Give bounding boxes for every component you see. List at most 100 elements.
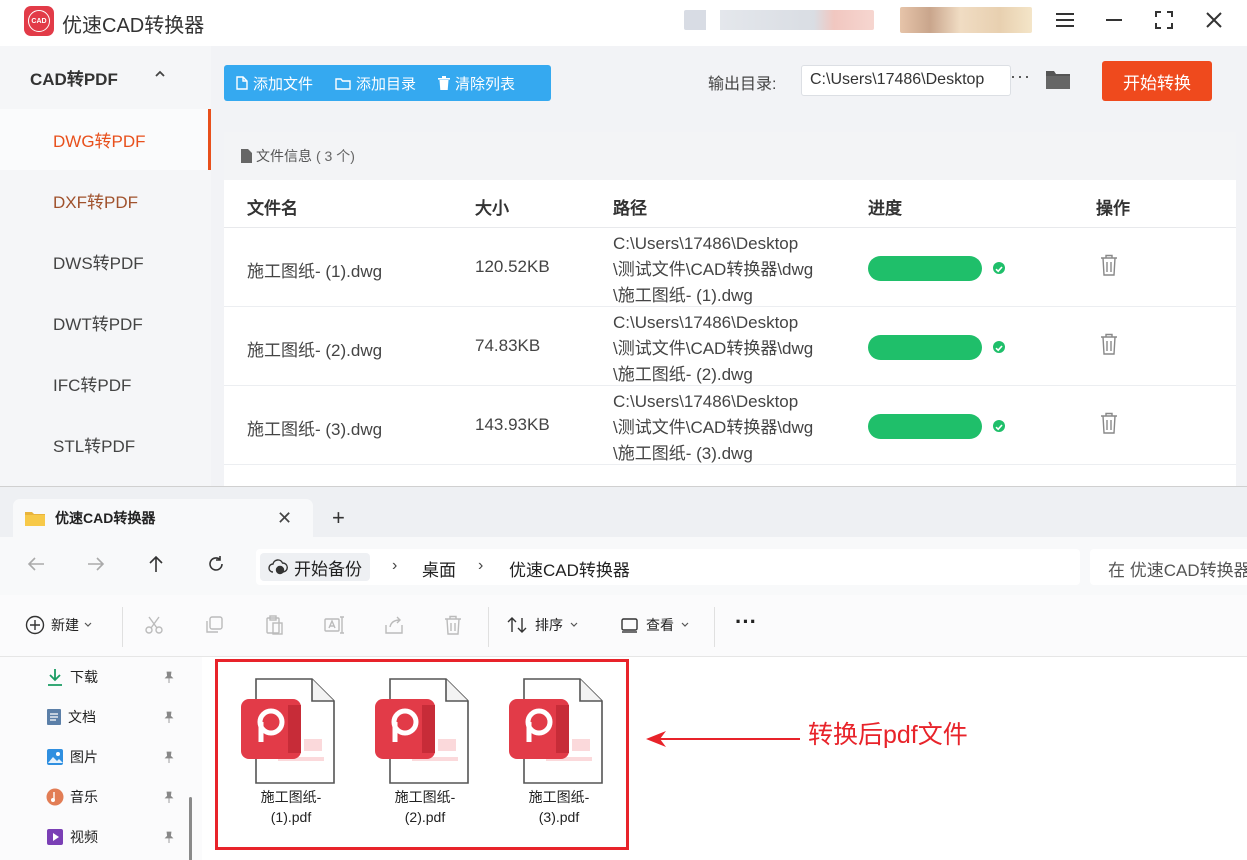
sidebar-item-ifc-to-pdf[interactable]: IFC转PDF	[0, 353, 211, 414]
file-size: 120.52KB	[475, 257, 550, 277]
file-name: 施工图纸- (1).dwg	[247, 257, 382, 282]
nav-item-downloads[interactable]: 下载	[46, 667, 98, 687]
view-button[interactable]: 查看	[620, 615, 695, 635]
nav-item-music[interactable]: 音乐	[46, 787, 98, 807]
nav-item-label: 下载	[70, 667, 98, 687]
app-title: 优速CAD转换器	[62, 9, 204, 38]
pin-icon[interactable]	[163, 751, 175, 763]
close-tab-icon[interactable]: ✕	[277, 508, 292, 529]
add-directory-button[interactable]: 添加目录	[335, 73, 416, 94]
sidebar-item-label: DWS转PDF	[53, 249, 144, 274]
file-content-area: 施工图纸- (1).pdf 施工图纸- (2).pdf	[202, 657, 1247, 860]
new-button[interactable]: 新建	[25, 615, 98, 635]
file-path-line: \测试文件\CAD转换器\dwg	[613, 415, 843, 441]
pdf-file-icon	[370, 677, 480, 785]
nav-item-documents[interactable]: 文档	[46, 707, 96, 727]
delete-button[interactable]	[1100, 254, 1118, 281]
back-button[interactable]	[27, 555, 45, 578]
pdf-file-item[interactable]: 施工图纸- (3).pdf	[504, 677, 614, 837]
file-path-line: C:\Users\17486\Desktop	[613, 231, 843, 257]
file-explorer-window: 优速CAD转换器 ✕ + 开始备份 › 桌面 › 优速CAD转换器 在 优速CA	[0, 486, 1247, 860]
new-tab-button[interactable]: +	[332, 505, 345, 531]
address-bar[interactable]: 开始备份 › 桌面 › 优速CAD转换器	[256, 549, 1080, 585]
file-label-line: (1).pdf	[236, 807, 346, 827]
nav-item-pictures[interactable]: 图片	[46, 747, 98, 767]
chevron-down-icon	[681, 622, 689, 628]
address-home-button[interactable]: 开始备份	[260, 553, 370, 581]
sidebar-item-dwg-to-pdf[interactable]: DWG转PDF	[0, 109, 211, 170]
delete-button[interactable]	[1100, 333, 1118, 360]
pdf-file-item[interactable]: 施工图纸- (2).pdf	[370, 677, 480, 837]
file-info-header: 文件信息 ( 3 个)	[224, 132, 1236, 180]
menu-button[interactable]	[1049, 6, 1081, 34]
col-path: 路径	[613, 194, 647, 219]
navigation-pane: 下载 文档 图片 音乐 视频	[0, 657, 202, 860]
more-options-button[interactable]: ···	[1010, 66, 1031, 87]
up-button[interactable]	[148, 555, 164, 579]
search-input[interactable]: 在 优速CAD转换器	[1090, 549, 1247, 585]
file-path-line: \施工图纸- (1).dwg	[613, 283, 843, 309]
sidebar-group-cad-to-pdf[interactable]: CAD转PDF	[0, 46, 211, 108]
pin-icon[interactable]	[163, 831, 175, 843]
arrow-up-icon	[148, 555, 164, 573]
file-label-line: 施工图纸-	[370, 787, 480, 807]
delete-button[interactable]	[1100, 412, 1118, 439]
browse-folder-button[interactable]	[1045, 68, 1071, 95]
chevron-up-icon	[154, 68, 166, 80]
breadcrumb-desktop[interactable]: 桌面	[422, 556, 456, 581]
maximize-button[interactable]	[1148, 6, 1180, 34]
pin-icon[interactable]	[163, 671, 175, 683]
blurred-avatar	[900, 7, 1032, 33]
pdf-file-item[interactable]: 施工图纸- (1).pdf	[236, 677, 346, 837]
forward-button[interactable]	[87, 555, 105, 578]
copy-icon[interactable]	[204, 615, 224, 635]
fullscreen-icon	[1155, 11, 1173, 29]
refresh-button[interactable]	[207, 555, 225, 579]
file-count: ( 3 个)	[316, 146, 355, 166]
arrow-left-icon	[27, 556, 45, 572]
sidebar-item-label: STL转PDF	[53, 432, 135, 457]
add-file-button[interactable]: 添加文件	[236, 73, 313, 94]
file-path-line: \测试文件\CAD转换器\dwg	[613, 336, 843, 362]
nav-item-label: 音乐	[70, 787, 98, 807]
sidebar-item-label: IFC转PDF	[53, 371, 131, 396]
address-home-label: 开始备份	[294, 555, 362, 580]
close-icon	[1206, 12, 1222, 28]
more-commands-button[interactable]: ···	[735, 609, 757, 635]
share-icon[interactable]	[384, 615, 404, 635]
output-directory-label: 输出目录:	[708, 70, 776, 94]
nav-pane-scrollbar[interactable]	[189, 797, 192, 860]
clear-list-button[interactable]: 清除列表	[438, 73, 515, 94]
output-directory-input[interactable]: C:\Users\17486\Desktop	[801, 65, 1011, 96]
view-icon	[620, 617, 640, 633]
sidebar-item-dws-to-pdf[interactable]: DWS转PDF	[0, 231, 211, 292]
check-icon	[993, 262, 1005, 274]
sidebar-item-dxf-to-pdf[interactable]: DXF转PDF	[0, 170, 211, 231]
file-path-line: \施工图纸- (2).dwg	[613, 362, 843, 388]
video-icon	[46, 828, 64, 846]
explorer-tab[interactable]: 优速CAD转换器 ✕	[13, 499, 313, 537]
pin-icon[interactable]	[163, 711, 175, 723]
rename-icon[interactable]	[324, 615, 346, 635]
minimize-button[interactable]	[1098, 6, 1130, 34]
sidebar-item-dwt-to-pdf[interactable]: DWT转PDF	[0, 292, 211, 353]
check-icon	[993, 420, 1005, 432]
minimize-icon	[1106, 19, 1122, 21]
nav-item-label: 图片	[70, 747, 98, 767]
col-filename: 文件名	[247, 194, 298, 219]
paste-icon[interactable]	[264, 615, 284, 635]
sort-button[interactable]: 排序	[507, 615, 584, 635]
hamburger-icon	[1056, 13, 1074, 27]
file-path: C:\Users\17486\Desktop \测试文件\CAD转换器\dwg …	[613, 231, 843, 309]
sidebar-item-stl-to-pdf[interactable]: STL转PDF	[0, 414, 211, 475]
pdf-file-icon	[236, 677, 346, 785]
pin-icon[interactable]	[163, 791, 175, 803]
sidebar-item-label: DXF转PDF	[53, 188, 138, 213]
cut-icon[interactable]	[144, 615, 164, 635]
close-button[interactable]	[1198, 6, 1230, 34]
breadcrumb-folder[interactable]: 优速CAD转换器	[509, 556, 630, 581]
start-convert-button[interactable]: 开始转换	[1102, 61, 1212, 101]
delete-icon[interactable]	[444, 615, 462, 635]
new-button-label: 新建	[51, 615, 79, 635]
nav-item-videos[interactable]: 视频	[46, 827, 98, 847]
